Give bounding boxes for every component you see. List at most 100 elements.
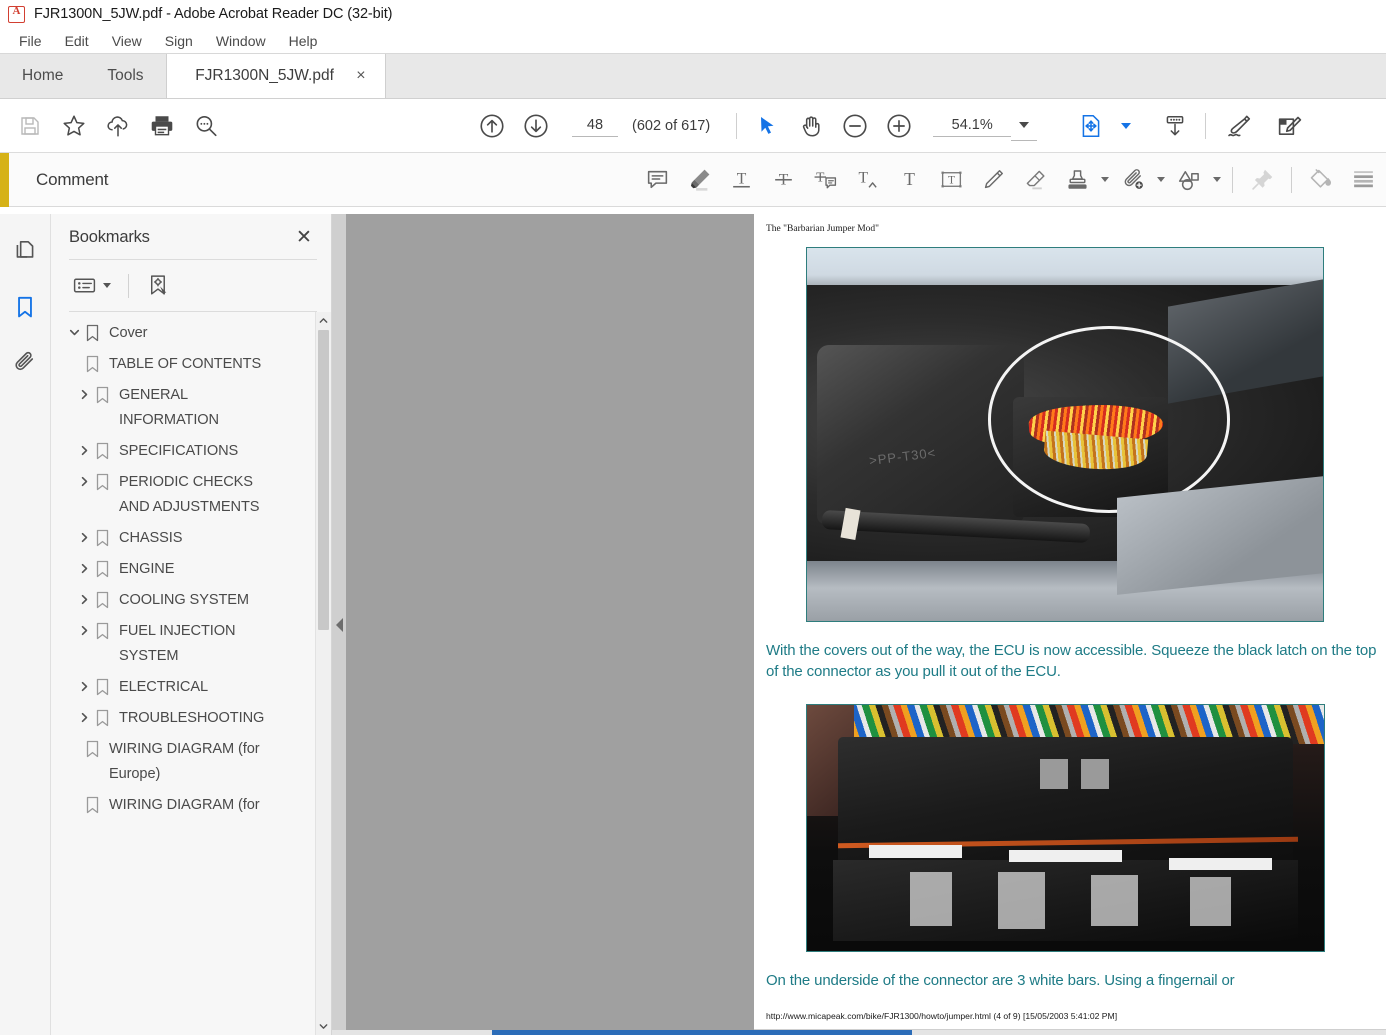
document-viewport[interactable]: The "Barbarian Jumper Mod" >PP-T30< With… [346, 214, 1386, 1035]
attach-dropdown-button[interactable] [1154, 159, 1168, 201]
close-icon[interactable]: × [352, 68, 370, 84]
bookmark-item-electrical[interactable]: ELECTRICAL [51, 672, 331, 703]
panel-collapse-handle[interactable] [332, 214, 346, 1035]
bookmarks-scrollbar[interactable] [315, 312, 331, 1035]
pdf-logo-icon [8, 5, 25, 23]
zoom-dropdown-button[interactable] [1011, 111, 1038, 141]
tab-home[interactable]: Home [0, 54, 85, 98]
chevron-down-icon [1157, 177, 1165, 182]
menu-file[interactable]: File [8, 31, 53, 51]
page-number-input[interactable] [572, 114, 618, 137]
bookmark-item-fuel-injection-system[interactable]: FUEL INJECTION SYSTEM [51, 616, 331, 672]
chevron-right-icon[interactable] [73, 470, 95, 488]
edit-pdf-button[interactable] [1264, 104, 1314, 148]
next-page-button[interactable] [514, 104, 558, 148]
shapes-dropdown-button[interactable] [1210, 159, 1224, 201]
add-text-comment-button[interactable]: T [888, 159, 930, 201]
chevron-right-icon[interactable] [73, 588, 95, 606]
bookmark-tree[interactable]: Cover TABLE OF CONTENTS GENERAL INFORMAT… [51, 312, 331, 1035]
rail-page-thumbnails[interactable] [6, 232, 44, 270]
highlight-text-icon [690, 169, 709, 191]
print-button[interactable] [140, 104, 184, 148]
stamp-group [1056, 159, 1112, 201]
horizontal-scrollbar[interactable] [332, 1030, 1386, 1035]
chevron-right-icon[interactable] [73, 675, 95, 693]
chevron-right-icon[interactable] [73, 526, 95, 544]
bookmark-options-button[interactable] [69, 270, 114, 301]
underline-text-button[interactable]: T [720, 159, 762, 201]
toolbar-separator-1 [736, 112, 738, 139]
bookmarks-scrollbar-thumb[interactable] [318, 330, 329, 630]
search-button[interactable] [184, 104, 228, 148]
zoom-level-value[interactable]: 54.1% [933, 114, 1012, 137]
chevron-down-icon [1121, 122, 1132, 129]
sticky-note-button[interactable] [636, 159, 678, 201]
chevron-right-icon[interactable] [73, 439, 95, 457]
chevron-right-icon[interactable] [73, 706, 95, 724]
text-box-button[interactable]: T [930, 159, 972, 201]
bookmark-label: PERIODIC CHECKS AND ADJUSTMENTS [119, 474, 260, 515]
bookmark-item-troubleshooting[interactable]: TROUBLESHOOTING [51, 703, 331, 734]
hand-tool-button[interactable] [789, 104, 833, 148]
page-count-label: (602 of 617) [632, 117, 711, 134]
bookmark-item-general-information[interactable]: GENERAL INFORMATION [51, 380, 331, 436]
menu-edit[interactable]: Edit [54, 31, 100, 51]
bookmark-item-engine[interactable]: ENGINE [51, 554, 331, 585]
bookmark-item-wiring-diagram-2[interactable]: WIRING DIAGRAM (for [51, 790, 331, 821]
tab-document[interactable]: FJR1300N_5JW.pdf × [165, 54, 386, 98]
replace-text-button[interactable]: T [804, 159, 846, 201]
cloud-upload-icon [107, 115, 128, 137]
previous-page-button[interactable] [470, 104, 514, 148]
bookmarks-toolbar [51, 260, 331, 311]
tab-tools[interactable]: Tools [85, 54, 165, 98]
fit-page-dropdown-button[interactable] [1113, 111, 1139, 141]
stamp-dropdown-button[interactable] [1098, 159, 1112, 201]
zoom-in-button[interactable] [877, 104, 921, 148]
sign-button[interactable] [1214, 104, 1264, 148]
menu-help[interactable]: Help [278, 31, 329, 51]
shapes-button[interactable] [1168, 159, 1210, 201]
new-bookmark-button[interactable] [143, 270, 174, 301]
bookmark-item-chassis[interactable]: CHASSIS [51, 523, 331, 554]
keep-tool-selected-button[interactable] [1241, 159, 1283, 201]
page-download-button[interactable] [1153, 104, 1197, 148]
menu-view[interactable]: View [101, 31, 153, 51]
fit-page-button[interactable] [1069, 104, 1113, 148]
close-icon[interactable]: ✕ [293, 228, 315, 247]
draw-free-button[interactable] [972, 159, 1014, 201]
svg-text:T: T [904, 169, 915, 189]
scroll-up-icon[interactable] [316, 312, 331, 329]
chevron-down-icon[interactable] [63, 321, 85, 339]
menu-sign[interactable]: Sign [154, 31, 204, 51]
save-to-cloud-button[interactable] [96, 104, 140, 148]
zoom-out-button[interactable] [833, 104, 877, 148]
bookmark-item-cooling-system[interactable]: COOLING SYSTEM [51, 585, 331, 616]
fill-color-button[interactable] [1300, 159, 1342, 201]
bookmark-item-periodic-checks-and-adjustments[interactable]: PERIODIC CHECKS AND ADJUSTMENTS [51, 467, 331, 523]
chevron-right-icon[interactable] [73, 557, 95, 575]
highlight-text-button[interactable] [678, 159, 720, 201]
favourite-button[interactable] [52, 104, 96, 148]
scroll-down-icon[interactable] [316, 1018, 331, 1035]
chevron-right-icon[interactable] [73, 619, 95, 637]
horizontal-scrollbar-thumb[interactable] [492, 1030, 912, 1035]
menu-window[interactable]: Window [205, 31, 277, 51]
rail-bookmarks[interactable] [6, 288, 44, 326]
bookmark-item-wiring-diagram-europe[interactable]: WIRING DIAGRAM (for Europe) [51, 734, 331, 790]
bookmark-item-table-of-contents[interactable]: TABLE OF CONTENTS [51, 349, 331, 380]
rail-attachments[interactable] [6, 344, 44, 382]
comment-list-button[interactable] [1342, 159, 1384, 201]
stamp-button[interactable] [1056, 159, 1098, 201]
bookmark-item-cover[interactable]: Cover [51, 318, 331, 349]
erase-button[interactable] [1014, 159, 1056, 201]
fit-page-icon [1082, 114, 1100, 137]
select-tool-button[interactable] [745, 104, 789, 148]
attach-file-button[interactable] [1112, 159, 1154, 201]
svg-text:T: T [948, 174, 955, 186]
insert-text-button[interactable]: T [846, 159, 888, 201]
chevron-right-icon[interactable] [73, 383, 95, 401]
strikethrough-text-button[interactable]: T [762, 159, 804, 201]
bookmark-item-specifications[interactable]: SPECIFICATIONS [51, 436, 331, 467]
save-button[interactable] [8, 104, 52, 148]
bookmark-label: FUEL INJECTION SYSTEM [119, 623, 236, 664]
